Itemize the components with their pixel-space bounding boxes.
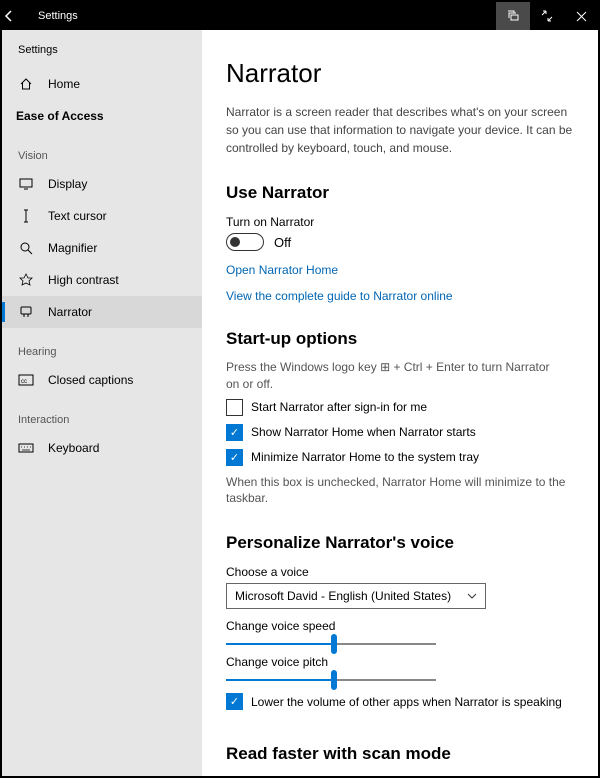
sidebar-item-high-contrast[interactable]: High contrast [2,264,202,296]
display-icon [16,178,36,190]
sidebar-item-label: Closed captions [48,373,133,387]
sidebar-item-label: Ease of Access [16,109,104,123]
section-label-vision: Vision [2,132,202,168]
show-narrator-home-checkbox[interactable]: ✓ [226,424,243,441]
voice-select[interactable]: Microsoft David - English (United States… [226,583,486,609]
window-title: Settings [32,10,78,22]
page-title: Narrator [226,58,574,89]
text-cursor-icon [16,209,36,223]
sidebar-item-label: Display [48,177,87,191]
scan-mode-heading: Read faster with scan mode [226,744,574,764]
sidebar-item-label: Text cursor [48,209,107,223]
narrator-toggle[interactable] [226,233,264,251]
magnifier-icon [16,241,36,255]
speed-slider-label: Change voice speed [226,619,574,633]
closed-captions-icon: cc [16,374,36,386]
choose-voice-label: Choose a voice [226,565,574,579]
start-after-signin-checkbox[interactable] [226,399,243,416]
checkbox-label: Start Narrator after sign-in for me [251,400,427,414]
intro-text: Narrator is a screen reader that describ… [226,103,574,157]
sidebar-item-text-cursor[interactable]: Text cursor [2,200,202,232]
pitch-slider-label: Change voice pitch [226,655,574,669]
checkbox-label: Lower the volume of other apps when Narr… [251,695,562,709]
narrator-icon [16,305,36,319]
sidebar-item-display[interactable]: Display [2,168,202,200]
app-label: Settings [2,40,202,68]
startup-heading: Start-up options [226,329,574,349]
maximize-button[interactable] [530,2,564,30]
sidebar-category-ease-of-access[interactable]: Ease of Access [2,100,202,132]
sidebar-item-home[interactable]: Home [2,68,202,100]
sidebar-item-magnifier[interactable]: Magnifier [2,232,202,264]
restore-button[interactable] [496,2,530,30]
titlebar: Settings [2,2,598,30]
main-content: Narrator Narrator is a screen reader tha… [202,30,598,776]
toggle-label: Turn on Narrator [226,215,574,229]
sidebar-item-label: Narrator [48,305,92,319]
home-icon [16,77,36,91]
chevron-down-icon [467,593,477,599]
minimize-helper: When this box is unchecked, Narrator Hom… [226,474,566,508]
back-button[interactable] [2,9,32,23]
lower-volume-checkbox[interactable]: ✓ [226,693,243,710]
narrator-guide-link[interactable]: View the complete guide to Narrator onli… [226,289,574,303]
checkbox-label: Minimize Narrator Home to the system tra… [251,450,479,464]
section-label-interaction: Interaction [2,396,202,432]
checkbox-label: Show Narrator Home when Narrator starts [251,425,476,439]
selected-voice: Microsoft David - English (United States… [235,589,451,603]
use-narrator-heading: Use Narrator [226,183,574,203]
sidebar-item-closed-captions[interactable]: cc Closed captions [2,364,202,396]
sidebar-item-label: Home [48,77,80,91]
close-button[interactable] [564,2,598,30]
scan-mode-desc: Turn Narrator on and press the caps lock… [226,774,574,776]
section-label-hearing: Hearing [2,328,202,364]
sidebar-item-narrator[interactable]: Narrator [2,296,202,328]
speed-slider[interactable] [226,643,436,645]
sidebar: Settings Home Ease of Access Vision Disp… [2,30,202,776]
sidebar-item-keyboard[interactable]: Keyboard [2,432,202,464]
sidebar-item-label: High contrast [48,273,119,287]
minimize-to-tray-checkbox[interactable]: ✓ [226,449,243,466]
high-contrast-icon [16,273,36,287]
sidebar-item-label: Magnifier [48,241,97,255]
keyboard-icon [16,443,36,453]
svg-text:cc: cc [21,379,27,385]
toggle-state-text: Off [274,235,291,250]
voice-heading: Personalize Narrator's voice [226,533,574,553]
pitch-slider[interactable] [226,679,436,681]
open-narrator-home-link[interactable]: Open Narrator Home [226,263,574,277]
sidebar-item-label: Keyboard [48,441,99,455]
hotkey-description: Press the Windows logo key ⊞ + Ctrl + En… [226,359,566,393]
